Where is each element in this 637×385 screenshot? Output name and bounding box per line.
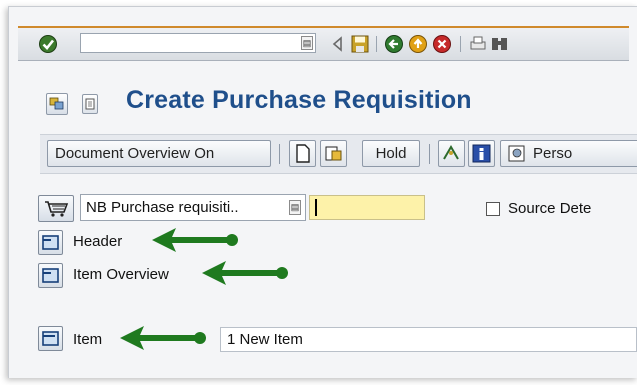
check-button[interactable] — [438, 140, 465, 167]
expand-icon — [42, 268, 59, 283]
command-dropdown-icon[interactable]: ▤ — [301, 36, 313, 50]
toolbar-separator — [376, 36, 377, 52]
document-type-select[interactable]: NB Purchase requisiti.. ▤ — [80, 194, 306, 221]
application-toolbar: Document Overview On Hold Perso — [40, 134, 637, 174]
collapse-icon — [42, 331, 59, 346]
hold-button[interactable]: Hold — [362, 140, 420, 167]
info-icon — [472, 144, 491, 163]
enter-icon[interactable] — [38, 34, 58, 54]
new-document-icon — [296, 144, 310, 163]
item-select-field[interactable]: 1 New Item — [220, 327, 637, 352]
save-icon[interactable] — [350, 34, 370, 54]
print-icon[interactable] — [468, 34, 488, 54]
page-title: Create Purchase Requisition — [126, 86, 472, 114]
open-document-button[interactable] — [320, 140, 347, 167]
text-cursor — [315, 199, 317, 216]
item-overview-label[interactable]: Item Overview — [73, 266, 169, 283]
expand-icon — [42, 235, 59, 250]
arrow-pointer-icon — [152, 228, 238, 252]
document-overview-button[interactable]: Document Overview On — [47, 140, 271, 167]
command-field[interactable]: ▤ — [80, 33, 316, 53]
shopping-cart-button[interactable] — [38, 195, 74, 222]
item-overview-expand-button[interactable] — [38, 263, 63, 288]
system-toolbar: ▤ — [18, 26, 629, 61]
find-icon[interactable] — [490, 34, 510, 54]
check-icon — [443, 145, 459, 160]
personal-setting-icon — [508, 145, 525, 162]
header-expand-button[interactable] — [38, 230, 63, 255]
arrow-pointer-icon — [120, 326, 206, 350]
green-back-icon[interactable] — [384, 34, 404, 54]
personal-setting-button[interactable]: Perso — [500, 140, 637, 167]
toolbar-separator — [460, 36, 461, 52]
back-arrow-icon[interactable] — [328, 34, 348, 54]
cancel-icon[interactable] — [432, 34, 452, 54]
new-document-button[interactable] — [289, 140, 316, 167]
header-label[interactable]: Header — [73, 233, 122, 250]
item-collapse-button[interactable] — [38, 326, 63, 351]
source-determination-checkbox[interactable] — [486, 202, 500, 216]
dropdown-icon[interactable]: ▤ — [289, 200, 301, 215]
sap-window — [8, 6, 637, 378]
document-type-value: NB Purchase requisiti.. — [86, 199, 239, 216]
open-document-icon — [325, 146, 342, 161]
toolbar-separator — [279, 144, 280, 164]
shopping-cart-icon — [45, 201, 69, 217]
item-label: Item — [73, 331, 103, 348]
toolbar-separator — [429, 144, 430, 164]
exit-icon[interactable] — [408, 34, 428, 54]
arrow-pointer-icon — [202, 261, 288, 285]
menu-toggle-icon[interactable] — [46, 93, 68, 115]
personal-setting-label: Perso — [533, 145, 573, 162]
list-dropdown-icon[interactable] — [82, 94, 98, 114]
source-determination-label: Source Dete — [508, 200, 592, 217]
purchase-requisition-number-input[interactable] — [309, 195, 425, 220]
info-button[interactable] — [468, 140, 495, 167]
favorites-icon — [49, 97, 64, 110]
